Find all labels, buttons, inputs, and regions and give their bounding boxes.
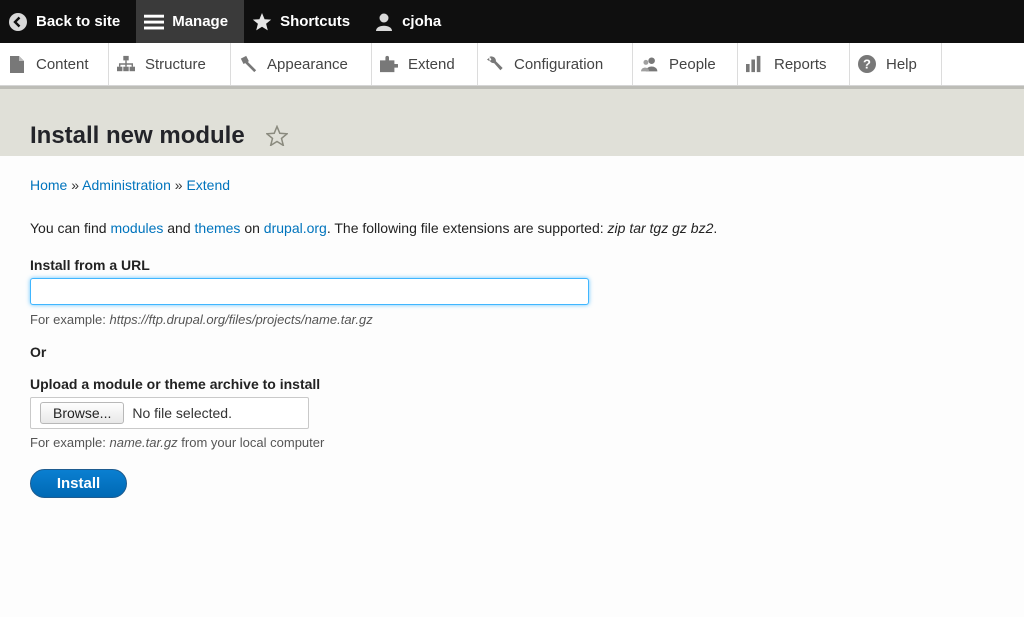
description-prefix: For example: — [30, 312, 110, 327]
back-to-site-link[interactable]: Back to site — [0, 0, 136, 43]
page-header: Install new module — [0, 86, 1024, 156]
intro-text-part: . The following file extensions are supp… — [326, 220, 608, 236]
svg-text:?: ? — [863, 57, 871, 72]
tray-item-help[interactable]: ? Help — [850, 43, 942, 85]
tray-item-label: Structure — [145, 55, 206, 73]
description-example: name.tar.gz — [109, 435, 178, 450]
intro-text-part: . — [713, 220, 718, 236]
breadcrumb-administration-link[interactable]: Administration — [82, 177, 171, 193]
shortcuts-tab[interactable]: Shortcuts — [244, 0, 366, 43]
breadcrumb-separator: » — [67, 177, 83, 193]
description-example: https://ftp.drupal.org/files/projects/na… — [109, 312, 373, 327]
structure-icon — [117, 55, 135, 73]
tray-item-label: Appearance — [267, 55, 348, 73]
shortcuts-label: Shortcuts — [280, 13, 351, 30]
tray-item-extend[interactable]: Extend — [372, 43, 478, 85]
upload-field-description: For example: name.tar.gz from your local… — [30, 435, 324, 450]
menu-icon — [144, 12, 165, 32]
themes-link[interactable]: themes — [195, 220, 241, 236]
upload-field-label: Upload a module or theme archive to inst… — [30, 376, 321, 392]
back-arrow-icon — [8, 12, 28, 32]
admin-toolbar: Back to site Manage Shortcuts cjoha — [0, 0, 1024, 43]
user-tab[interactable]: cjoha — [366, 0, 457, 43]
tray-item-configuration[interactable]: Configuration — [478, 43, 633, 85]
tray-item-label: Configuration — [514, 55, 604, 73]
description-suffix: from your local computer — [177, 435, 325, 450]
tray-item-content[interactable]: Content — [0, 43, 109, 85]
manage-tab[interactable]: Manage — [136, 0, 245, 43]
description-prefix: For example: — [30, 435, 110, 450]
shortcut-star-icon[interactable] — [265, 124, 289, 151]
user-label: cjoha — [402, 13, 442, 30]
help-icon: ? — [858, 55, 876, 73]
user-icon — [374, 12, 394, 32]
intro-text-part: on — [240, 220, 264, 236]
breadcrumb: Home » Administration » Extend — [30, 177, 230, 193]
browse-button[interactable]: Browse... — [40, 402, 125, 424]
bar-chart-icon — [746, 55, 764, 73]
tray-item-label: Extend — [408, 55, 455, 73]
tray-item-people[interactable]: People — [633, 43, 738, 85]
intro-text-part: You can find — [30, 220, 111, 236]
admin-tray: Content Structure Appearance Extend Conf… — [0, 43, 1024, 86]
tray-item-label: People — [669, 55, 716, 73]
tray-item-reports[interactable]: Reports — [738, 43, 850, 85]
manage-label: Manage — [172, 13, 229, 30]
modules-link[interactable]: modules — [110, 220, 163, 236]
breadcrumb-extend-link[interactable]: Extend — [186, 177, 230, 193]
wrench-icon — [486, 55, 504, 73]
tray-item-structure[interactable]: Structure — [109, 43, 231, 85]
file-status-text: No file selected. — [132, 405, 232, 421]
drupal-org-link[interactable]: drupal.org — [264, 220, 327, 236]
breadcrumb-home-link[interactable]: Home — [30, 177, 67, 193]
page-title: Install new module — [30, 122, 245, 149]
tray-item-label: Help — [886, 55, 917, 73]
url-field-description: For example: https://ftp.drupal.org/file… — [30, 312, 373, 327]
breadcrumb-separator: » — [170, 177, 187, 193]
or-label: Or — [30, 344, 47, 360]
star-icon — [252, 12, 272, 32]
url-field-label: Install from a URL — [30, 257, 150, 273]
brush-icon — [239, 55, 257, 73]
back-to-site-label: Back to site — [36, 13, 121, 30]
install-button[interactable]: Install — [30, 469, 127, 498]
tray-item-appearance[interactable]: Appearance — [231, 43, 372, 85]
intro-text-part: and — [163, 220, 195, 236]
page-icon — [8, 55, 26, 73]
supported-extensions: zip tar tgz gz bz2 — [607, 220, 714, 236]
tray-item-label: Content — [36, 55, 89, 73]
file-upload-field[interactable]: Browse... No file selected. — [30, 397, 309, 429]
intro-text: You can find modules and themes on drupa… — [30, 220, 717, 236]
people-icon — [641, 55, 659, 73]
puzzle-icon — [380, 55, 398, 73]
url-input[interactable] — [30, 278, 589, 305]
tray-item-label: Reports — [774, 55, 827, 73]
